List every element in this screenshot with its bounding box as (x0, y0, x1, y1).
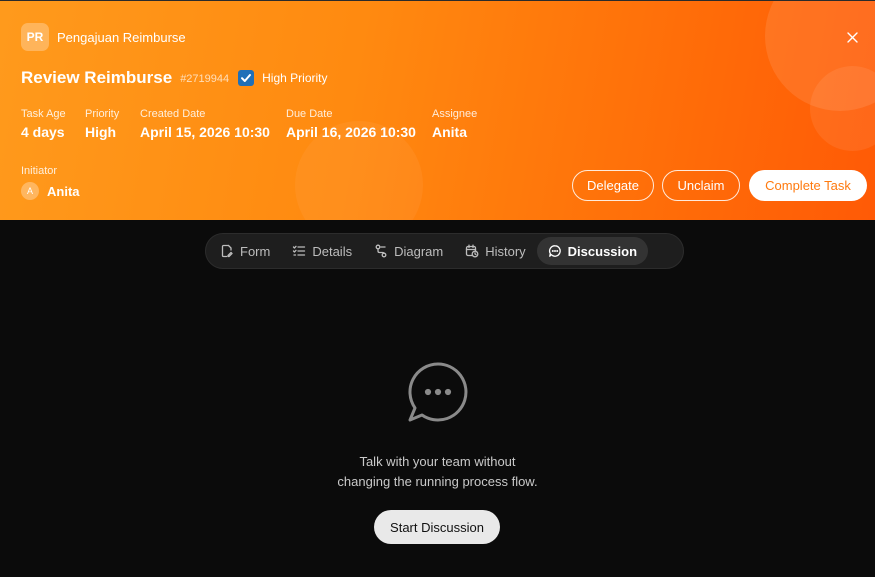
meta-label: Task Age (21, 108, 66, 120)
form-icon (220, 244, 234, 258)
meta-value: High (85, 124, 117, 140)
initiator-name: Anita (47, 183, 80, 199)
meta-label: Assignee (432, 108, 478, 120)
tab-bar: Form Details Diagram History Discussion (205, 233, 684, 269)
avatar: A (21, 182, 39, 200)
meta-assignee: Assignee Anita (432, 108, 477, 140)
discussion-empty-state: Talk with your team without changing the… (0, 360, 875, 492)
tab-label: Diagram (394, 243, 444, 259)
title-row: Review Reimburse #2719944 High Priority (21, 68, 328, 88)
initiator-label: Initiator (21, 165, 58, 177)
tab-label: Form (240, 243, 271, 259)
diagram-icon (374, 244, 388, 258)
tab-details[interactable]: Details (281, 237, 363, 265)
tab-label: Details (312, 243, 353, 259)
high-priority-label: High Priority (262, 71, 328, 85)
meta-due-date: Due Date April 16, 2026 10:30 (286, 108, 416, 140)
unclaim-button[interactable]: Unclaim (662, 170, 740, 201)
meta-label: Created Date (140, 108, 206, 120)
tab-history[interactable]: History (454, 237, 536, 265)
tab-discussion[interactable]: Discussion (536, 237, 649, 265)
chat-bubble-icon (407, 362, 467, 422)
meta-priority: Priority High (85, 108, 119, 140)
meta-value: April 15, 2026 10:30 (140, 124, 270, 140)
task-title: Review Reimburse (21, 68, 173, 87)
meta-created-date: Created Date April 15, 2026 10:30 (140, 108, 270, 140)
meta-label: Due Date (286, 108, 333, 120)
meta-task-age: Task Age 4 days (21, 108, 66, 140)
meta-value: Anita (432, 124, 467, 140)
initiator: Initiator A Anita (21, 165, 80, 200)
check-icon (241, 74, 252, 82)
chat-icon (548, 244, 562, 258)
tab-label: History (485, 243, 526, 259)
checklist-icon (292, 244, 306, 258)
decorative-circle (765, 1, 875, 111)
empty-message-line: changing the running process flow. (337, 474, 538, 489)
meta-label: Priority (85, 108, 120, 120)
empty-message-line: Talk with your team without (359, 454, 516, 469)
task-header: PR Pengajuan Reimburse Review Reimburse … (0, 0, 875, 220)
close-icon (846, 31, 858, 43)
delegate-button[interactable]: Delegate (572, 170, 654, 201)
meta-value: 4 days (21, 124, 65, 140)
decorative-circle (810, 66, 875, 151)
close-button[interactable] (845, 30, 859, 44)
complete-task-button[interactable]: Complete Task (749, 170, 867, 201)
history-icon (465, 244, 479, 258)
app-name: Pengajuan Reimburse (57, 30, 186, 45)
tab-label: Discussion (567, 243, 638, 259)
task-id: #2719944 (180, 73, 230, 85)
start-discussion-button[interactable]: Start Discussion (374, 510, 500, 544)
app-badge: PR (21, 23, 49, 51)
meta-value: April 16, 2026 10:30 (286, 124, 416, 140)
tab-diagram[interactable]: Diagram (363, 237, 454, 265)
high-priority-checkbox[interactable] (238, 70, 255, 86)
tab-form[interactable]: Form (209, 237, 281, 265)
